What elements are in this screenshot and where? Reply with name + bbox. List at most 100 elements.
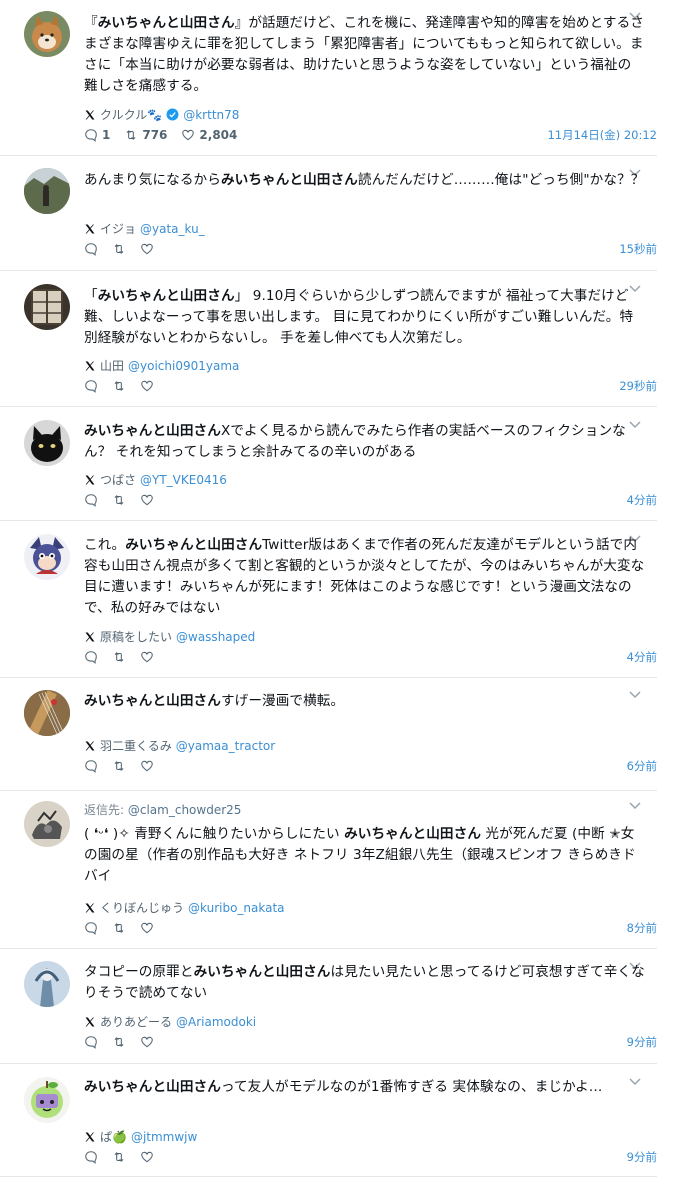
tweet-timestamp-link[interactable]: 4分前 <box>627 492 657 508</box>
x-logo-icon <box>84 740 96 752</box>
window-photo-avatar[interactable] <box>24 284 70 330</box>
outdoor-photo-avatar[interactable] <box>24 168 70 214</box>
author-handle-link[interactable]: @yamaa_tractor <box>176 739 275 753</box>
like-icon <box>140 759 154 773</box>
author-handle-link[interactable]: @jtmmwjw <box>131 1130 197 1144</box>
reply-count: 1 <box>102 128 111 142</box>
tweet-text-segment: ( ❛ᵕ❛ )✧ 青野くんに触りたいからしにたい <box>84 826 345 842</box>
x-logo-icon <box>84 1016 96 1028</box>
black-cat-avatar[interactable] <box>24 420 70 466</box>
reply-button[interactable] <box>84 1035 98 1049</box>
retweet-button[interactable] <box>112 1035 126 1049</box>
retweet-button[interactable] <box>112 493 126 507</box>
retweet-icon <box>112 759 126 773</box>
author-handle-link[interactable]: @wasshaped <box>176 630 255 644</box>
author-name[interactable]: 原稿をしたい <box>100 628 172 645</box>
author-handle-link[interactable]: @krttn78 <box>183 108 239 122</box>
retweet-button[interactable] <box>112 650 126 664</box>
like-button[interactable] <box>140 1035 154 1049</box>
tweet-card[interactable]: みいちゃんと山田さんXでよく見るから読んでみたら作者の実話ベースのフィクションな… <box>0 407 657 521</box>
retweet-icon <box>112 493 126 507</box>
cartoon-character-avatar[interactable] <box>24 534 70 580</box>
apple-character-avatar[interactable] <box>24 1077 70 1123</box>
retweet-button[interactable] <box>112 1150 126 1164</box>
retweet-button[interactable] <box>112 379 126 393</box>
guitar-photo-avatar[interactable] <box>24 690 70 736</box>
tweet-card[interactable]: タコピーの原罪とみいちゃんと山田さんは見たい見たいと思ってるけど可哀想すぎて辛く… <box>0 949 657 1064</box>
author-name[interactable]: 山田 <box>100 357 124 374</box>
retweet-button[interactable] <box>112 759 126 773</box>
tweet-timestamp-link[interactable]: 8分前 <box>627 920 657 936</box>
author-handle-link[interactable]: @Ariamodoki <box>176 1015 256 1029</box>
retweet-icon <box>124 128 138 142</box>
like-button[interactable] <box>140 242 154 256</box>
like-icon <box>140 1150 154 1164</box>
author-name[interactable]: つばさ <box>100 471 136 488</box>
author-name[interactable]: クルクル🐾 <box>100 106 162 123</box>
retweet-button[interactable] <box>112 921 126 935</box>
reply-button[interactable] <box>84 759 98 773</box>
tweet-timestamp-link[interactable]: 29秒前 <box>619 378 657 394</box>
tweet-text-segment: 「 <box>84 288 98 304</box>
author-name[interactable]: 羽二重くるみ <box>100 737 172 754</box>
author-name[interactable]: ぱ🍏 <box>100 1128 127 1145</box>
tweet-card[interactable]: これ。みいちゃんと山田さんTwitter版はあくまで作者の死んだ友達がモデルとい… <box>0 521 657 678</box>
like-button[interactable] <box>140 921 154 935</box>
author-line: くりぼんじゅう @kuribo_nakata <box>84 899 285 916</box>
tweet-card[interactable]: 「みいちゃんと山田さん」 9.10月ぐらいから少しずつ読んでますが 福祉って大事… <box>0 271 657 407</box>
like-button[interactable] <box>140 493 154 507</box>
reply-to-handle-link[interactable]: @clam_chowder25 <box>128 803 242 817</box>
reply-button[interactable] <box>84 650 98 664</box>
tweet-timestamp-link[interactable]: 15秒前 <box>619 241 657 257</box>
tweet-card[interactable]: あんまり気になるからみいちゃんと山田さん読んだんだけど………俺は"どっち側"かな… <box>0 156 657 271</box>
like-button[interactable] <box>140 1150 154 1164</box>
tweet-body: あんまり気になるからみいちゃんと山田さん読んだんだけど………俺は"どっち側"かな… <box>84 170 645 191</box>
tweet-timestamp-link[interactable]: 6分前 <box>627 758 657 774</box>
like-icon <box>140 242 154 256</box>
reply-button[interactable]: 1 <box>84 128 110 142</box>
reply-button[interactable] <box>84 493 98 507</box>
tweet-card[interactable]: みいちゃんと山田さんすげー漫画で横転。羽二重くるみ @yamaa_tractor 6… <box>0 678 657 791</box>
author-line: 山田 @yoichi0901yama <box>84 357 239 374</box>
tweet-timestamp-link[interactable]: 11月14日(金) 20:12 <box>547 127 657 143</box>
like-button[interactable]: 2,804 <box>181 128 237 142</box>
reply-context: 返信先: @clam_chowder25 <box>84 801 645 818</box>
author-line: イジョ @yata_ku_ <box>84 220 205 237</box>
author-handle-link[interactable]: @kuribo_nakata <box>188 901 285 915</box>
tweet-card[interactable]: 『みいちゃんと山田さん』が話題だけど、これを機に、発達障害や知的障害を始めとする… <box>0 0 657 156</box>
like-icon <box>140 921 154 935</box>
tweet-timestamp-link[interactable]: 9分前 <box>627 1034 657 1050</box>
highlighted-keyword: みいちゃんと山田さん <box>220 172 358 188</box>
tweet-body: みいちゃんと山田さんすげー漫画で横転。 <box>84 691 645 712</box>
retweet-icon <box>112 1035 126 1049</box>
shiba-dog-avatar[interactable] <box>24 11 70 57</box>
like-button[interactable] <box>140 650 154 664</box>
author-name[interactable]: イジョ <box>100 220 136 237</box>
sketch-avatar[interactable] <box>24 801 70 847</box>
reply-button[interactable] <box>84 1150 98 1164</box>
tweet-text: 『みいちゃんと山田さん』が話題だけど、これを機に、発達障害や知的障害を始めとする… <box>84 13 645 97</box>
retweet-button[interactable] <box>112 242 126 256</box>
tweet-actions: 29秒前 <box>84 377 657 395</box>
author-handle-link[interactable]: @yata_ku_ <box>140 222 205 236</box>
author-handle-link[interactable]: @YT_VKE0416 <box>140 473 227 487</box>
author-name[interactable]: ありあどーる <box>100 1013 172 1030</box>
reply-button[interactable] <box>84 242 98 256</box>
tweet-text-segment: 読んだんだけど………俺は"どっち側"かな？？ <box>357 172 645 188</box>
tweet-text-segment: すげー漫画で横転。 <box>220 693 345 709</box>
tweet-timestamp-link[interactable]: 4分前 <box>627 649 657 665</box>
reply-button[interactable] <box>84 921 98 935</box>
like-button[interactable] <box>140 759 154 773</box>
illustration-avatar[interactable] <box>24 961 70 1007</box>
author-handle-link[interactable]: @yoichi0901yama <box>128 359 239 373</box>
tweet-timestamp-link[interactable]: 9分前 <box>627 1149 657 1165</box>
highlighted-keyword: みいちゃんと山田さん <box>84 1079 221 1095</box>
author-name[interactable]: くりぼんじゅう <box>100 899 184 916</box>
reply-icon <box>84 128 98 142</box>
retweet-button[interactable]: 776 <box>124 128 167 142</box>
like-button[interactable] <box>140 379 154 393</box>
x-logo-icon <box>84 223 96 235</box>
reply-button[interactable] <box>84 379 98 393</box>
tweet-card[interactable]: みいちゃんと山田さんって友人がモデルなのが1番怖すぎる 実体験なの、まじかよ… ぱ… <box>0 1064 657 1177</box>
tweet-card[interactable]: 返信先: @clam_chowder25 ( ❛ᵕ❛ )✧ 青野くんに触りたいから… <box>0 791 657 949</box>
